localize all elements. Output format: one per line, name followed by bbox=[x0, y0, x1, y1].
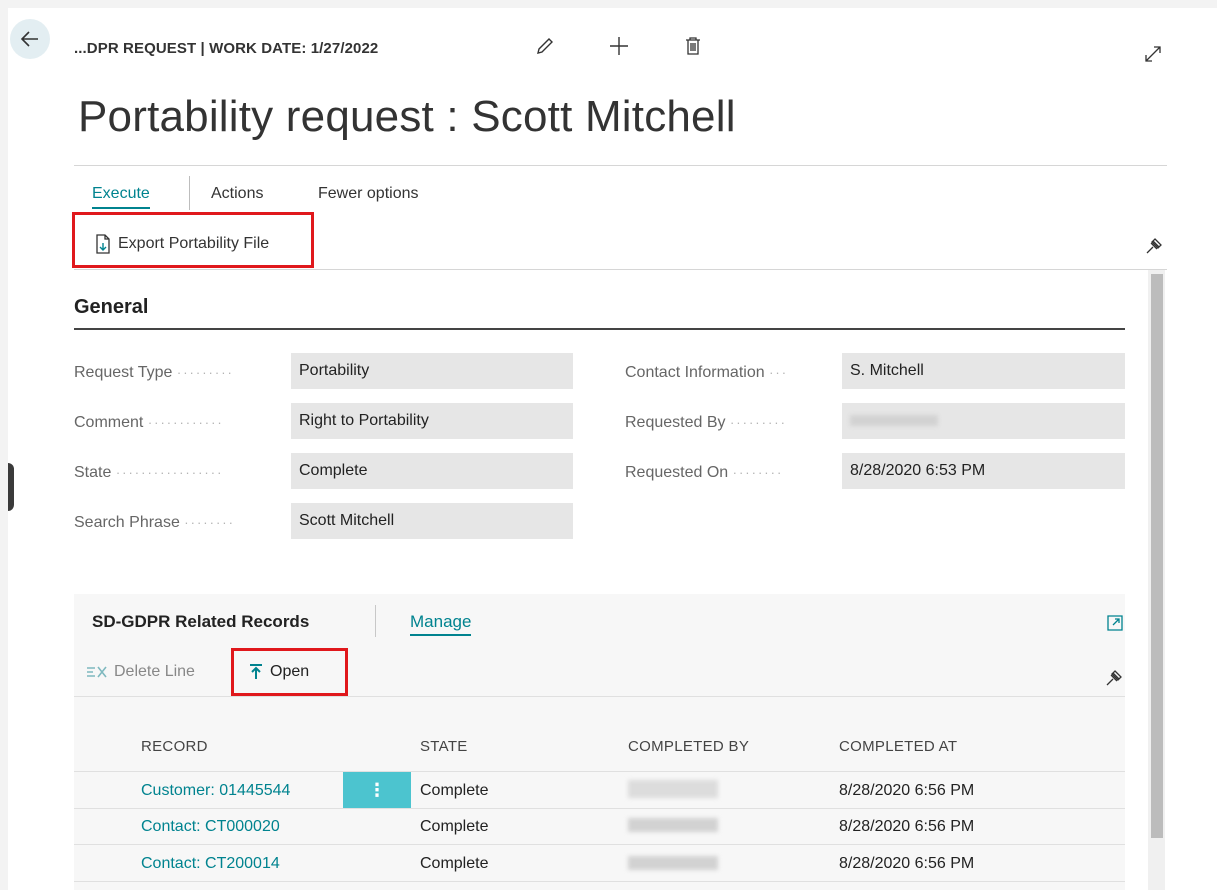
tab-manage[interactable]: Manage bbox=[410, 612, 472, 636]
delete-row-icon bbox=[87, 666, 107, 678]
field-label-contact-information: Contact Information ··· bbox=[625, 364, 789, 381]
state-field[interactable]: Complete bbox=[291, 453, 573, 489]
scrollbar-thumb[interactable] bbox=[1151, 274, 1163, 838]
completed-by-cell bbox=[628, 818, 718, 832]
state-cell: Complete bbox=[420, 855, 489, 872]
row-divider bbox=[74, 881, 1125, 882]
pin-icon bbox=[1146, 238, 1162, 254]
section-heading-general: General bbox=[74, 296, 149, 318]
field-label-search-phrase: Search Phrase ········ bbox=[74, 514, 235, 531]
field-label-requested-by: Requested By ········· bbox=[625, 414, 787, 431]
divider bbox=[74, 165, 1167, 166]
delete-line-button[interactable]: Delete Line bbox=[86, 663, 195, 681]
requested-on-field[interactable]: 8/28/2020 6:53 PM bbox=[842, 453, 1125, 489]
new-button[interactable] bbox=[607, 34, 631, 58]
divider bbox=[74, 269, 1167, 270]
panel-expand-icon bbox=[1107, 615, 1123, 631]
trash-icon bbox=[686, 37, 700, 55]
completed-at-cell: 8/28/2020 6:56 PM bbox=[839, 818, 975, 835]
record-link[interactable]: Contact: CT200014 bbox=[141, 855, 280, 873]
search-phrase-field[interactable]: Scott Mitchell bbox=[291, 503, 573, 539]
expand-button[interactable] bbox=[1141, 42, 1165, 66]
contact-information-field[interactable]: S. Mitchell bbox=[842, 353, 1125, 389]
tab-separator bbox=[189, 176, 190, 210]
field-label-state: State ················· bbox=[74, 464, 224, 481]
tab-actions[interactable]: Actions bbox=[211, 185, 263, 203]
document-export-icon bbox=[96, 234, 110, 254]
divider bbox=[74, 696, 1125, 697]
row-actions-button[interactable]: ⋮ bbox=[343, 772, 411, 808]
export-portability-file-label: Export Portability File bbox=[118, 235, 270, 252]
edit-button[interactable] bbox=[533, 34, 557, 58]
field-label-comment: Comment ············ bbox=[74, 414, 224, 431]
tab-execute[interactable]: Execute bbox=[92, 185, 150, 209]
page-card: ...DPR REQUEST | WORK DATE: 1/27/2022 Po… bbox=[8, 8, 1217, 890]
field-label-requested-on: Requested On ········ bbox=[625, 464, 784, 481]
record-link[interactable]: Customer: 01445544 bbox=[141, 782, 290, 800]
pencil-icon bbox=[537, 38, 553, 54]
table-header-divider bbox=[74, 771, 1125, 772]
more-vertical-icon: ⋮ bbox=[368, 779, 386, 800]
pin-icon bbox=[1106, 670, 1122, 686]
breadcrumb: ...DPR REQUEST | WORK DATE: 1/27/2022 bbox=[74, 40, 379, 57]
tab-fewer-options[interactable]: Fewer options bbox=[318, 185, 419, 203]
completed-by-cell bbox=[628, 780, 718, 798]
related-records-panel bbox=[74, 594, 1125, 890]
row-divider bbox=[74, 844, 1125, 845]
field-label-request-type: Request Type ········· bbox=[74, 364, 234, 381]
back-button[interactable] bbox=[10, 19, 50, 59]
column-header-state[interactable]: STATE bbox=[420, 738, 468, 755]
state-cell: Complete bbox=[420, 782, 489, 799]
completed-at-cell: 8/28/2020 6:56 PM bbox=[839, 782, 975, 799]
comment-field[interactable]: Right to Portability bbox=[291, 403, 573, 439]
column-header-completed-at[interactable]: COMPLETED AT bbox=[839, 738, 957, 755]
open-button[interactable]: Open bbox=[248, 663, 309, 681]
requested-by-field[interactable] bbox=[842, 403, 1125, 439]
export-portability-file-button[interactable]: Export Portability File bbox=[94, 234, 269, 254]
request-type-field[interactable]: Portability bbox=[291, 353, 573, 389]
panel-expand-button[interactable] bbox=[1104, 612, 1126, 634]
pin-panel-action-bar-button[interactable] bbox=[1104, 666, 1126, 688]
completed-at-cell: 8/28/2020 6:56 PM bbox=[839, 855, 975, 872]
column-header-record[interactable]: RECORD bbox=[141, 738, 208, 755]
page-title: Portability request : Scott Mitchell bbox=[78, 92, 736, 141]
arrow-left-icon bbox=[20, 31, 38, 47]
related-records-title: SD-GDPR Related Records bbox=[92, 612, 310, 631]
open-upload-icon bbox=[250, 664, 262, 679]
redacted-value bbox=[850, 415, 938, 426]
pin-action-bar-button[interactable] bbox=[1144, 234, 1166, 256]
panel-separator bbox=[375, 605, 376, 637]
open-label: Open bbox=[270, 663, 310, 680]
state-cell: Complete bbox=[420, 818, 489, 835]
delete-line-label: Delete Line bbox=[114, 663, 195, 680]
plus-icon bbox=[610, 37, 628, 55]
row-divider bbox=[74, 808, 1125, 809]
delete-button[interactable] bbox=[681, 34, 705, 58]
side-handle[interactable] bbox=[8, 463, 14, 511]
expand-diagonal-icon bbox=[1145, 46, 1161, 62]
column-header-completed-by[interactable]: COMPLETED BY bbox=[628, 738, 749, 755]
record-link[interactable]: Contact: CT000020 bbox=[141, 818, 280, 836]
completed-by-cell bbox=[628, 856, 718, 870]
section-divider bbox=[74, 328, 1125, 330]
